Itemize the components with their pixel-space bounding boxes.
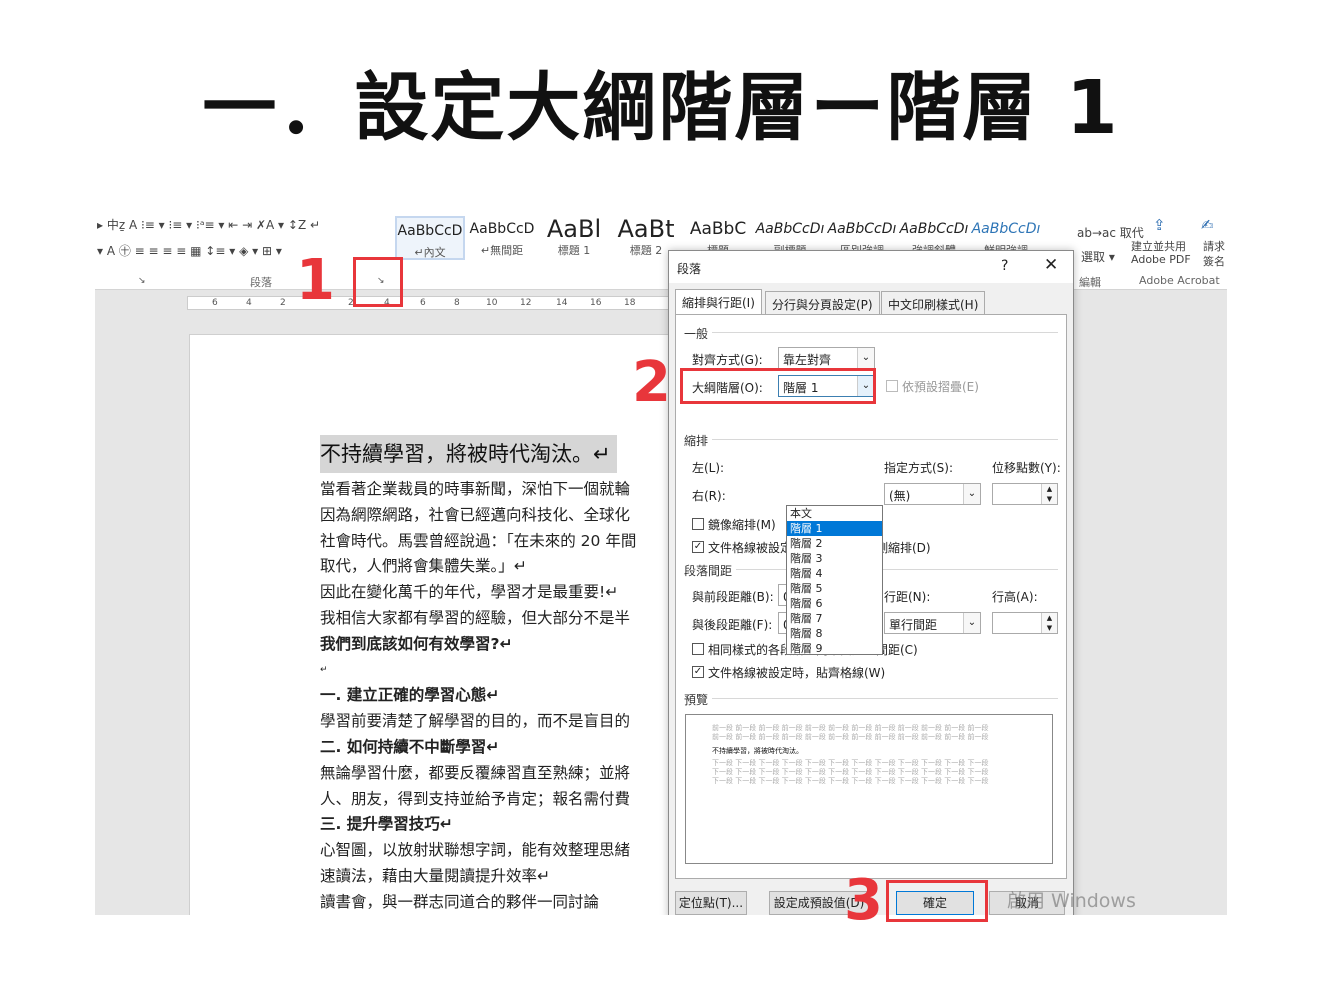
- mirror-indent-label: 鏡像縮排(M): [708, 518, 776, 532]
- document-page[interactable]: 不持續學習，將被時代淘汰。↵ 當看著企業裁員的時事新聞，深怕下一個就輪 因為網際…: [189, 334, 749, 915]
- spin-arrows-icon: ▲▼: [1041, 613, 1057, 633]
- by-label: 位移點數(Y):: [992, 461, 1061, 475]
- by-input[interactable]: ▲ ▼: [992, 483, 1058, 505]
- spacing-after-label: 與後段距離(F):: [692, 618, 773, 632]
- line-height-label: 行高(A):: [992, 590, 1038, 604]
- no-space-checkbox[interactable]: [692, 643, 704, 655]
- help-icon[interactable]: ?: [1001, 258, 1008, 274]
- dropdown-option[interactable]: 階層 5: [787, 581, 882, 596]
- font-dialog-launcher-icon[interactable]: ↘: [138, 276, 146, 286]
- line-spacing-select[interactable]: 單行間距 ⌄: [884, 612, 981, 634]
- style-heading-1[interactable]: AaBl 標題 1: [539, 216, 609, 260]
- paragraph-group-label: 段落: [250, 276, 272, 289]
- tab-asian-typography[interactable]: 中文印刷樣式(H): [881, 291, 986, 315]
- horizontal-ruler[interactable]: 6 4 2 2 4 6 8 10 12 14 16 18: [187, 296, 747, 310]
- adobe-group-label: Adobe Acrobat: [1139, 274, 1220, 287]
- snap-grid-checkbox[interactable]: ✓: [692, 666, 704, 678]
- step1-number: 1: [296, 248, 335, 313]
- dropdown-option[interactable]: 階層 2: [787, 536, 882, 551]
- spin-arrows-icon: ▲▼: [1041, 484, 1057, 504]
- tab-line-page-breaks[interactable]: 分行與分頁設定(P): [765, 291, 880, 315]
- alignment-select[interactable]: 靠左對齊 ⌄: [778, 347, 875, 369]
- alignment-label: 對齊方式(G):: [692, 353, 763, 367]
- paragraph-tools-row1[interactable]: ▸ 中ẕ A ⁝≡ ▾ ⁝≡ ▾ ⁝ᵃ≡ ▾ ⇤ ⇥ ✗A ▾ ↕Z ↵: [97, 216, 320, 233]
- mirror-indent-checkbox[interactable]: [692, 518, 704, 530]
- spacing-before-label: 與前段距離(B):: [692, 590, 774, 604]
- dropdown-option[interactable]: 本文: [787, 506, 882, 521]
- dialog-titlebar[interactable]: 段落 ? ✕: [669, 251, 1073, 283]
- step3-number: 3: [844, 868, 883, 933]
- adobe-create-label[interactable]: 建立並共用: [1131, 238, 1186, 254]
- dropdown-option[interactable]: 階層 6: [787, 596, 882, 611]
- adobe-create-pdf-icon[interactable]: ⇪: [1153, 216, 1166, 234]
- spacing-section-label: 段落間距: [684, 564, 733, 578]
- tab-indents-spacing[interactable]: 縮排與行距(I): [675, 289, 762, 315]
- general-section-label: 一般: [684, 327, 709, 341]
- slide-title: 一．設定大綱階層ー階層 1: [202, 65, 1120, 151]
- dropdown-option[interactable]: 階層 3: [787, 551, 882, 566]
- adobe-sign-icon[interactable]: ✍: [1201, 216, 1214, 234]
- paragraph-dialog[interactable]: 段落 ? ✕ 縮排與行距(I) 分行與分頁設定(P) 中文印刷樣式(H) 一般 …: [668, 250, 1074, 915]
- snap-grid-label: 文件格線被設定時，貼齊格線(W): [708, 666, 886, 680]
- collapsed-checkbox[interactable]: [886, 380, 898, 392]
- edit-group-label: 編輯: [1079, 276, 1101, 289]
- close-icon[interactable]: ✕: [1044, 255, 1058, 275]
- style-no-spacing[interactable]: AaBbCcD ↵無間距: [467, 216, 537, 260]
- collapsed-label: 依預設摺疊(E): [902, 380, 979, 394]
- adobe-pdf-label[interactable]: Adobe PDF: [1131, 253, 1191, 266]
- tabs-button[interactable]: 定位點(T)...: [675, 891, 747, 915]
- select-button[interactable]: 選取 ▾: [1081, 248, 1115, 265]
- style-normal[interactable]: AaBbCcD ↵內文: [395, 216, 465, 260]
- preview-next-text: 下一段 下一段 下一段 下一段 下一段 下一段 下一段 下一段 下一段 下一段 …: [712, 777, 989, 785]
- special-select[interactable]: (無) ⌄: [884, 483, 981, 505]
- preview-previous-text: 前一段 前一段 前一段 前一段 前一段 前一段 前一段 前一段 前一段 前一段 …: [712, 733, 989, 741]
- step2-highlight: [680, 368, 876, 404]
- dropdown-option[interactable]: 階層 8: [787, 626, 882, 641]
- left-indent-label: 左(L):: [692, 461, 725, 475]
- selected-heading[interactable]: 不持續學習，將被時代淘汰。↵: [320, 435, 617, 473]
- dropdown-option-selected[interactable]: 階層 1: [787, 521, 882, 536]
- outline-level-dropdown[interactable]: 本文 階層 1 階層 2 階層 3 階層 4 階層 5 階層 6 階層 7 階層…: [786, 505, 883, 655]
- step1-highlight: [353, 257, 403, 307]
- step2-number: 2: [632, 350, 671, 415]
- adobe-request-label[interactable]: 請求: [1203, 238, 1225, 254]
- right-indent-label: 右(R):: [692, 489, 726, 503]
- dropdown-option[interactable]: 階層 9: [787, 641, 882, 654]
- dropdown-option[interactable]: 階層 7: [787, 611, 882, 626]
- adobe-sign-label[interactable]: 簽名: [1203, 253, 1225, 269]
- step3-highlight: [886, 880, 988, 922]
- preview-section-label: 預覽: [684, 693, 709, 707]
- dropdown-option[interactable]: 階層 4: [787, 566, 882, 581]
- indent-section-label: 縮排: [684, 434, 709, 448]
- line-spacing-label: 行距(N):: [884, 590, 931, 604]
- word-screenshot: ▸ 中ẕ A ⁝≡ ▾ ⁝≡ ▾ ⁝ᵃ≡ ▾ ⇤ ⇥ ✗A ▾ ↕Z ↵ ▾ A…: [95, 210, 1227, 915]
- chevron-down-icon: ⌄: [857, 348, 874, 368]
- chevron-down-icon: ⌄: [963, 484, 980, 504]
- windows-activation-watermark: 啟用 Windows: [1007, 890, 1136, 912]
- dialog-title: 段落: [677, 262, 702, 276]
- special-label: 指定方式(S):: [884, 461, 954, 475]
- preview-box: 前一段 前一段 前一段 前一段 前一段 前一段 前一段 前一段 前一段 前一段 …: [685, 714, 1053, 864]
- chevron-down-icon: ⌄: [963, 613, 980, 633]
- preview-current-text: 不持續學習，將被時代淘汰。: [712, 747, 803, 755]
- grid-indent-checkbox[interactable]: ✓: [692, 541, 704, 553]
- paragraph-tools-row2[interactable]: ▾ A ㊉ ≡ ≡ ≡ ≡ ▦ ↕≡ ▾ ◈ ▾ ⊞ ▾: [97, 242, 282, 259]
- line-height-input[interactable]: ▲ ▼: [992, 612, 1058, 634]
